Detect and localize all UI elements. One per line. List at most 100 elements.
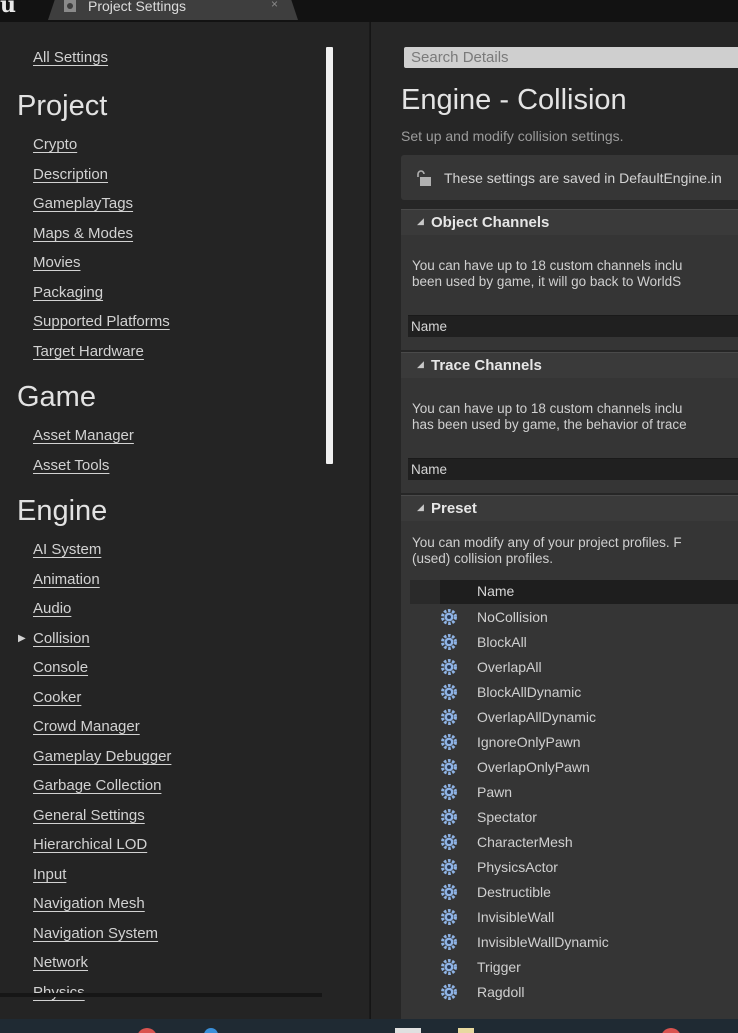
- section-object-channels[interactable]: ◢ Object Channels: [401, 209, 738, 235]
- section-trace-channels[interactable]: ◢ Trace Channels: [401, 352, 738, 378]
- section-preset[interactable]: ◢ Preset: [401, 495, 738, 521]
- sidebar-item-maps-modes[interactable]: Maps & Modes: [33, 225, 133, 243]
- section-title: Trace Channels: [431, 357, 542, 374]
- column-header-name: Name: [477, 583, 515, 599]
- preset-profile-row[interactable]: OverlapAllDynamic: [439, 705, 738, 730]
- profile-name: BlockAllDynamic: [477, 684, 582, 700]
- preset-profile-row[interactable]: OverlapAll: [439, 655, 738, 680]
- gear-icon: [441, 759, 457, 775]
- sidebar-item-console[interactable]: Console: [33, 659, 88, 677]
- sidebar-item-crowd-manager[interactable]: Crowd Manager: [33, 718, 140, 736]
- profile-name: Trigger: [477, 959, 521, 975]
- sidebar-item-animation[interactable]: Animation: [33, 571, 100, 589]
- title-bar: u Project Settings ×: [0, 0, 738, 22]
- sidebar-item-packaging[interactable]: Packaging: [33, 284, 103, 302]
- sidebar-item-audio[interactable]: Audio: [33, 600, 71, 618]
- tab-label: Project Settings: [88, 0, 187, 14]
- gear-icon: [441, 809, 457, 825]
- details-panel: Search Details Engine - Collision Set up…: [371, 22, 738, 1019]
- profile-name: Spectator: [477, 809, 537, 825]
- sidebar-item-gameplaytags[interactable]: GameplayTags: [33, 195, 133, 213]
- taskbar-app-icon[interactable]: [137, 1028, 157, 1033]
- sidebar-item-target-hardware[interactable]: Target Hardware: [33, 343, 144, 361]
- sidebar-item-movies[interactable]: Movies: [33, 254, 81, 272]
- gear-icon: [441, 734, 457, 750]
- sidebar-item-navigation-mesh[interactable]: Navigation Mesh: [33, 895, 145, 913]
- close-icon[interactable]: ×: [271, 0, 278, 11]
- preset-profile-row[interactable]: InvisibleWall: [439, 905, 738, 930]
- gear-icon: [441, 884, 457, 900]
- unlock-icon: [417, 170, 431, 186]
- preset-profile-row[interactable]: Spectator: [439, 805, 738, 830]
- preset-profile-row[interactable]: Ragdoll: [439, 980, 738, 1005]
- sidebar-item-asset-tools[interactable]: Asset Tools: [33, 457, 109, 475]
- gear-icon: [441, 959, 457, 975]
- sidebar-item-network[interactable]: Network: [33, 954, 88, 972]
- taskbar-app-icon[interactable]: [661, 1028, 681, 1033]
- preset-profile-row[interactable]: OverlapOnlyPawn: [439, 755, 738, 780]
- search-input[interactable]: Search Details: [404, 47, 738, 68]
- sidebar-item-collision[interactable]: Collision: [33, 630, 90, 648]
- sidebar-scrollbar[interactable]: [326, 47, 333, 464]
- preset-profile-row[interactable]: CharacterMesh: [439, 830, 738, 855]
- tab-project-settings[interactable]: Project Settings ×: [48, 0, 298, 20]
- object-channels-name-header: Name: [408, 315, 738, 337]
- sidebar-item-all-settings[interactable]: All Settings: [33, 49, 108, 67]
- sidebar-item-description[interactable]: Description: [33, 166, 108, 184]
- profile-name: Destructible: [477, 884, 551, 900]
- settings-icon: [64, 0, 76, 12]
- preset-profile-row[interactable]: PhysicsActor: [439, 855, 738, 880]
- notice-text: These settings are saved in DefaultEngin…: [444, 170, 722, 186]
- preset-profile-row[interactable]: Destructible: [439, 880, 738, 905]
- sidebar-item-crypto[interactable]: Crypto: [33, 136, 77, 154]
- gear-icon: [441, 784, 457, 800]
- config-notice: These settings are saved in DefaultEngin…: [401, 155, 738, 200]
- taskbar-app-icon[interactable]: [458, 1028, 474, 1033]
- sidebar-heading-engine: Engine: [17, 495, 108, 527]
- sidebar-item-gameplay-debugger[interactable]: Gameplay Debugger: [33, 748, 171, 766]
- sidebar-item-garbage-collection[interactable]: Garbage Collection: [33, 777, 161, 795]
- preset-profile-row[interactable]: BlockAllDynamic: [439, 680, 738, 705]
- profile-name: Pawn: [477, 784, 513, 800]
- gear-icon: [441, 859, 457, 875]
- column-header-name: Name: [411, 319, 448, 334]
- search-placeholder: Search Details: [411, 49, 509, 66]
- preset-profile-row[interactable]: NoCollision: [439, 605, 738, 630]
- object-channels-text: been used by game, it will go back to Wo…: [412, 274, 682, 289]
- settings-sidebar: All Settings Project Crypto Description …: [0, 22, 370, 1019]
- sidebar-item-supported-platforms[interactable]: Supported Platforms: [33, 313, 170, 331]
- preset-profile-row[interactable]: BlockAll: [439, 630, 738, 655]
- gear-icon: [441, 609, 457, 625]
- sidebar-item-cooker[interactable]: Cooker: [33, 689, 81, 707]
- sidebar-item-navigation-system[interactable]: Navigation System: [33, 925, 158, 943]
- sidebar-item-asset-manager[interactable]: Asset Manager: [33, 427, 134, 445]
- sidebar-item-input[interactable]: Input: [33, 866, 66, 884]
- sidebar-item-ai-system[interactable]: AI System: [33, 541, 101, 559]
- collapse-triangle-icon: ◢: [417, 216, 424, 226]
- profile-name: OverlapAllDynamic: [477, 709, 597, 725]
- page-title: Engine - Collision: [401, 84, 627, 116]
- trace-channels-text: You can have up to 18 custom channels in…: [412, 401, 683, 416]
- sidebar-horizontal-scrollbar[interactable]: [0, 993, 322, 997]
- profile-name: CharacterMesh: [477, 834, 573, 850]
- sidebar-heading-game: Game: [17, 381, 96, 413]
- profile-name: IgnoreOnlyPawn: [477, 734, 581, 750]
- collapse-triangle-icon: ◢: [417, 502, 424, 512]
- taskbar-app-icon[interactable]: [204, 1028, 218, 1033]
- gear-icon: [441, 659, 457, 675]
- selected-arrow-icon: ▶: [18, 633, 26, 644]
- section-title: Preset: [431, 500, 477, 517]
- taskbar-app-icon[interactable]: [395, 1028, 421, 1033]
- profile-name: OverlapOnlyPawn: [477, 759, 590, 775]
- preset-profile-row[interactable]: InvisibleWallDynamic: [439, 930, 738, 955]
- sidebar-item-general-settings[interactable]: General Settings: [33, 807, 145, 825]
- preset-profile-row[interactable]: Pawn: [439, 780, 738, 805]
- preset-profile-row[interactable]: IgnoreOnlyPawn: [439, 730, 738, 755]
- unreal-logo-icon: u: [0, 0, 16, 18]
- sidebar-item-hierarchical-lod[interactable]: Hierarchical LOD: [33, 836, 147, 854]
- preset-profile-row[interactable]: Trigger: [439, 955, 738, 980]
- icon-column-header: [410, 580, 440, 604]
- gear-icon: [441, 834, 457, 850]
- object-channels-text: You can have up to 18 custom channels in…: [412, 258, 683, 273]
- page-subtitle: Set up and modify collision settings.: [401, 128, 624, 144]
